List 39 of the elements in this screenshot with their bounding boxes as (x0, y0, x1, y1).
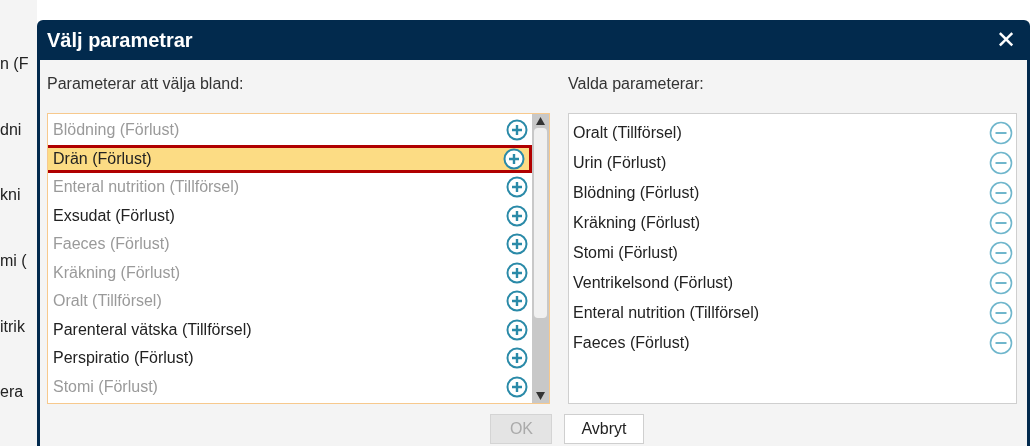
background-text: mi ( (0, 252, 27, 269)
list-item[interactable]: Oralt (Tillförsel) (573, 121, 682, 145)
list-item[interactable]: Stomi (Förlust) (573, 241, 678, 265)
list-item[interactable]: Exsudat (Förlust) (48, 201, 532, 230)
chosen-label: Valda parameterar: (568, 75, 704, 92)
remove-icon[interactable] (989, 331, 1013, 355)
scroll-up-arrow-icon[interactable] (536, 117, 545, 125)
list-item[interactable]: Kräkning (Förlust) (573, 211, 701, 235)
add-icon[interactable] (506, 204, 528, 227)
background-text: itrik (0, 317, 25, 335)
list-item[interactable]: Blödning (Förlust) (573, 181, 700, 205)
add-icon[interactable] (506, 347, 528, 370)
list-item[interactable]: Urin (Förlust) (573, 151, 667, 175)
close-button[interactable]: ✕ (996, 28, 1016, 52)
list-item[interactable]: Perspiratio (Förlust) (48, 344, 532, 373)
remove-icon[interactable] (989, 121, 1013, 145)
remove-icon[interactable] (989, 181, 1013, 205)
add-icon[interactable] (503, 147, 525, 170)
add-icon[interactable] (506, 318, 528, 341)
scroll-down-arrow-icon[interactable] (536, 392, 545, 400)
background-text: kni (0, 186, 21, 204)
background-text: n (F (0, 55, 29, 72)
scrollbar-thumb[interactable] (534, 128, 547, 318)
dialog-button[interactable]: Avbryt (564, 414, 644, 444)
remove-icon[interactable] (989, 151, 1013, 175)
list-item[interactable]: Enteral nutrition (Tillförsel) (573, 301, 760, 325)
scrollbar[interactable] (532, 114, 549, 403)
remove-icon[interactable] (989, 301, 1013, 325)
remove-icon[interactable] (989, 271, 1013, 295)
remove-icon[interactable] (989, 241, 1013, 265)
list-item[interactable]: Faeces (Förlust) (573, 331, 690, 355)
list-item[interactable]: Drän (Förlust) (48, 144, 532, 173)
remove-icon[interactable] (989, 211, 1013, 235)
list-item[interactable]: Ventrikelsond (Förlust) (573, 271, 734, 295)
dialog-title: Välj parametrar (47, 28, 193, 53)
background-text: dni (0, 120, 22, 138)
list-item[interactable]: Parenteral vätska (Tillförsel) (48, 315, 532, 344)
available-label: Parameterar att välja bland: (47, 75, 244, 92)
background-text: era (0, 383, 24, 401)
